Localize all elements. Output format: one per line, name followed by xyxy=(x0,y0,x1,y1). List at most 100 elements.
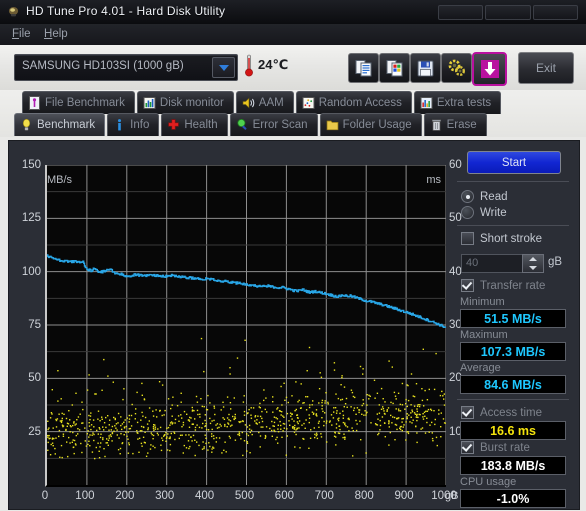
tab-label: Health xyxy=(184,119,218,131)
maximum-value: 107.3 MB/s xyxy=(460,342,566,361)
y-axis-tick: 150 xyxy=(21,159,41,171)
y-axis-tick: 50 xyxy=(28,372,41,385)
short-stroke-checkbox-icon[interactable] xyxy=(461,232,474,245)
burst-rate-value: 183.8 MB/s xyxy=(460,456,566,475)
checkbox-short-stroke[interactable]: Short stroke xyxy=(461,232,542,245)
drive-selector[interactable]: SAMSUNG HD103SI (1000 gB) xyxy=(14,54,238,81)
file-benchmark-icon xyxy=(29,96,40,110)
tab-row-top: File Benchmark Disk monitor AAM Random A… xyxy=(22,91,503,114)
save-button[interactable] xyxy=(410,53,441,83)
cpu-usage-label: CPU usage xyxy=(460,476,517,488)
tab-error-scan[interactable]: Error Scan xyxy=(229,113,318,136)
tab-random-access[interactable]: Random Access xyxy=(295,91,412,114)
minimum-value: 51.5 MB/s xyxy=(460,309,566,328)
benchmark-chart: MB/s ms gB 25 50 75 100 125 150 10 20 30 40 50 60 0 1… xyxy=(22,159,462,502)
menu-item-file[interactable]: File xyxy=(6,27,37,41)
short-stroke-label: Short stroke xyxy=(480,232,542,245)
maximum-label: Maximum xyxy=(460,329,508,341)
lightbulb-icon xyxy=(22,118,31,131)
toolbar: SAMSUNG HD103SI (1000 gB) 24℃ Exit xyxy=(0,45,586,91)
maximize-button[interactable] xyxy=(485,5,531,20)
tab-label: Folder Usage xyxy=(342,119,412,131)
magnifier-icon xyxy=(237,119,247,130)
chart-icon xyxy=(420,97,433,109)
divider xyxy=(457,225,569,226)
bar-chart-icon xyxy=(143,97,156,109)
speaker-icon xyxy=(242,97,255,109)
minimize-button[interactable] xyxy=(438,5,484,20)
down-arrow-icon xyxy=(480,60,499,78)
checkbox-burst-rate[interactable]: Burst rate xyxy=(461,441,530,454)
temperature-value: 24℃ xyxy=(258,57,289,72)
screenshot-button[interactable] xyxy=(379,53,410,83)
tab-strip: File Benchmark Disk monitor AAM Random A… xyxy=(0,90,586,137)
y-axis-tick: 75 xyxy=(28,319,41,331)
drive-selector-value: SAMSUNG HD103SI (1000 gB) xyxy=(22,60,184,72)
x-axis-tick: 400 xyxy=(195,490,215,502)
x-axis-tick: 900 xyxy=(394,490,414,502)
tab-benchmark[interactable]: Benchmark xyxy=(14,113,106,136)
exit-button[interactable]: Exit xyxy=(518,52,574,84)
checkbox-transfer-rate[interactable]: Transfer rate xyxy=(461,279,545,292)
average-label: Average xyxy=(460,362,501,374)
panel-background: MB/s ms gB 25 50 75 100 125 150 10 20 30 40 50 60 0 1… xyxy=(8,140,580,510)
divider xyxy=(457,399,569,400)
divider xyxy=(457,181,569,182)
x-axis-tick: 0 xyxy=(41,490,49,502)
x-axis-tick: 700 xyxy=(314,490,334,502)
chevron-down-icon[interactable] xyxy=(212,57,235,78)
y-axis-unit: MB/s xyxy=(47,174,73,186)
short-stroke-stepper[interactable] xyxy=(522,254,544,273)
tab-health[interactable]: Health xyxy=(161,113,228,136)
transfer-rate-checkbox-icon[interactable] xyxy=(461,279,474,292)
tab-disk-monitor[interactable]: Disk monitor xyxy=(136,91,234,114)
radio-read-icon[interactable] xyxy=(461,190,474,203)
menu-item-help[interactable]: Help xyxy=(38,27,74,41)
y-axis-tick: 125 xyxy=(21,212,41,225)
red-cross-icon xyxy=(168,119,180,130)
tab-aam[interactable]: AAM xyxy=(235,91,294,114)
tab-info[interactable]: Info xyxy=(107,113,160,136)
tab-file-benchmark[interactable]: File Benchmark xyxy=(22,91,135,114)
copy-button[interactable] xyxy=(348,53,379,83)
short-stroke-input[interactable]: 40 xyxy=(461,254,527,273)
y2-axis-unit: ms xyxy=(426,174,441,186)
image-document-icon xyxy=(386,60,402,77)
tab-label: Info xyxy=(130,119,150,131)
transfer-rate-label: Transfer rate xyxy=(480,279,546,292)
x-axis-tick: 300 xyxy=(155,490,175,502)
title-bar: HD Tune Pro 4.01 - Hard Disk Utility xyxy=(0,0,586,25)
radio-read[interactable]: Read xyxy=(461,190,508,203)
gears-icon xyxy=(448,59,465,76)
radio-write[interactable]: Write xyxy=(461,206,507,219)
x-axis-tick: 200 xyxy=(115,490,135,502)
start-button[interactable]: Start xyxy=(467,151,561,174)
tab-label: File Benchmark xyxy=(45,97,125,109)
tab-label: Extra tests xyxy=(436,97,492,109)
radio-write-label: Write xyxy=(480,206,507,219)
tab-label: Disk monitor xyxy=(159,97,224,109)
tab-label: Error Scan xyxy=(252,119,308,131)
radio-read-label: Read xyxy=(480,190,508,203)
burst-rate-label: Burst rate xyxy=(480,441,530,454)
menu-bar: File Help xyxy=(0,24,586,46)
burst-rate-checkbox-icon[interactable] xyxy=(461,441,474,454)
x-axis-tick: 500 xyxy=(234,490,255,502)
hd-tune-window: HD Tune Pro 4.01 - Hard Disk Utility Fil… xyxy=(0,0,586,511)
window-controls[interactable] xyxy=(438,5,578,20)
tab-label: Random Access xyxy=(318,97,402,109)
tab-erase[interactable]: Erase xyxy=(423,113,487,136)
short-stroke-unit: gB xyxy=(548,256,563,268)
checkbox-access-time[interactable]: Access time xyxy=(461,406,542,419)
tab-extra-tests[interactable]: Extra tests xyxy=(413,91,502,114)
trash-icon xyxy=(431,119,441,131)
tab-folder-usage[interactable]: Folder Usage xyxy=(319,113,422,136)
radio-write-icon[interactable] xyxy=(461,206,474,219)
access-time-checkbox-icon[interactable] xyxy=(461,406,474,419)
close-button[interactable] xyxy=(532,5,578,20)
access-time-value: 16.6 ms xyxy=(460,421,566,440)
download-button[interactable] xyxy=(472,52,507,86)
minimum-label: Minimum xyxy=(460,296,505,308)
average-value: 84.6 MB/s xyxy=(460,375,566,394)
settings-button[interactable] xyxy=(441,53,472,83)
